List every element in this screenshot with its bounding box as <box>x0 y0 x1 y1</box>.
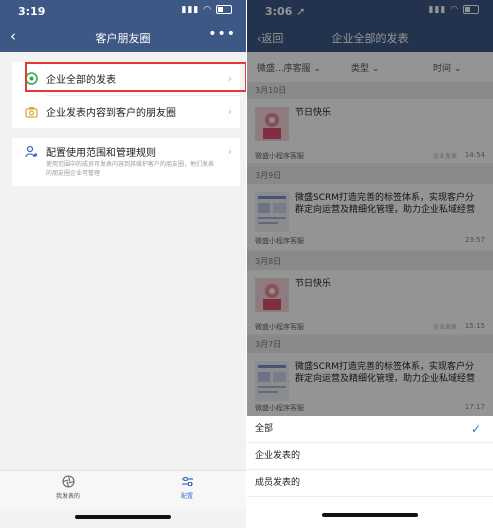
filter-sheet: 全部 ✓ 企业发表的 成员发表的 <box>247 416 493 528</box>
home-indicator <box>322 513 418 517</box>
tab-label: 我发表的 <box>55 493 80 500</box>
left-phone-screen: 3:19 ▮▮▮ ◠ ‹ 客户朋友圈 ••• 企业全部的发表 › 企业发表内容到… <box>0 0 246 528</box>
more-icon[interactable]: ••• <box>208 26 236 42</box>
menu-item-post-to-moments[interactable]: 企业发表内容到客户的朋友圈 › <box>12 95 240 128</box>
chevron-right-icon: › <box>227 144 232 158</box>
signal-icon: ▮▮▮ <box>181 5 200 15</box>
tab-my-posts[interactable]: 我发表的 <box>38 475 98 500</box>
nav-bar: ‹ 客户朋友圈 ••• <box>0 22 246 52</box>
menu-item-description: 使用范围中的成员可发表内容到其维护客户的朋友圈，他们发表的朋友圈企业可管理 <box>46 161 215 177</box>
wifi-icon: ◠ <box>203 5 213 15</box>
aperture-icon <box>38 475 98 491</box>
right-phone-screen: 3:06 ➚ ▮▮▮ ◠ ‹返回 企业全部的发表 微盛...序客服 ⌄ 类型 ⌄… <box>247 0 493 528</box>
highlight-box <box>25 62 246 92</box>
config-card[interactable]: 配置使用范围和管理规则 › 使用范围中的成员可发表内容到其维护客户的朋友圈，他们… <box>12 138 240 186</box>
modal-overlay[interactable] <box>247 0 493 416</box>
option-enterprise-posts[interactable]: 企业发表的 <box>247 443 493 470</box>
status-icons: ▮▮▮ ◠ <box>182 5 232 15</box>
menu-item-label: 企业发表内容到客户的朋友圈 <box>46 108 176 119</box>
option-member-posts[interactable]: 成员发表的 <box>247 470 493 497</box>
status-time: 3:19 <box>18 5 46 18</box>
tab-bar: 我发表的 配置 <box>0 470 246 509</box>
camera-icon <box>24 105 38 119</box>
status-bar: 3:19 ▮▮▮ ◠ <box>0 0 246 22</box>
checkmark-icon: ✓ <box>470 422 481 436</box>
battery-icon <box>216 5 232 14</box>
chevron-right-icon: › <box>227 105 232 118</box>
home-indicator <box>75 515 171 519</box>
sliders-icon <box>157 475 217 491</box>
tab-label: 配置 <box>180 493 193 500</box>
option-all[interactable]: 全部 ✓ <box>247 416 493 443</box>
tab-config[interactable]: 配置 <box>157 475 217 500</box>
menu-item-label: 配置使用范围和管理规则 <box>46 147 156 159</box>
user-settings-icon <box>24 144 38 158</box>
